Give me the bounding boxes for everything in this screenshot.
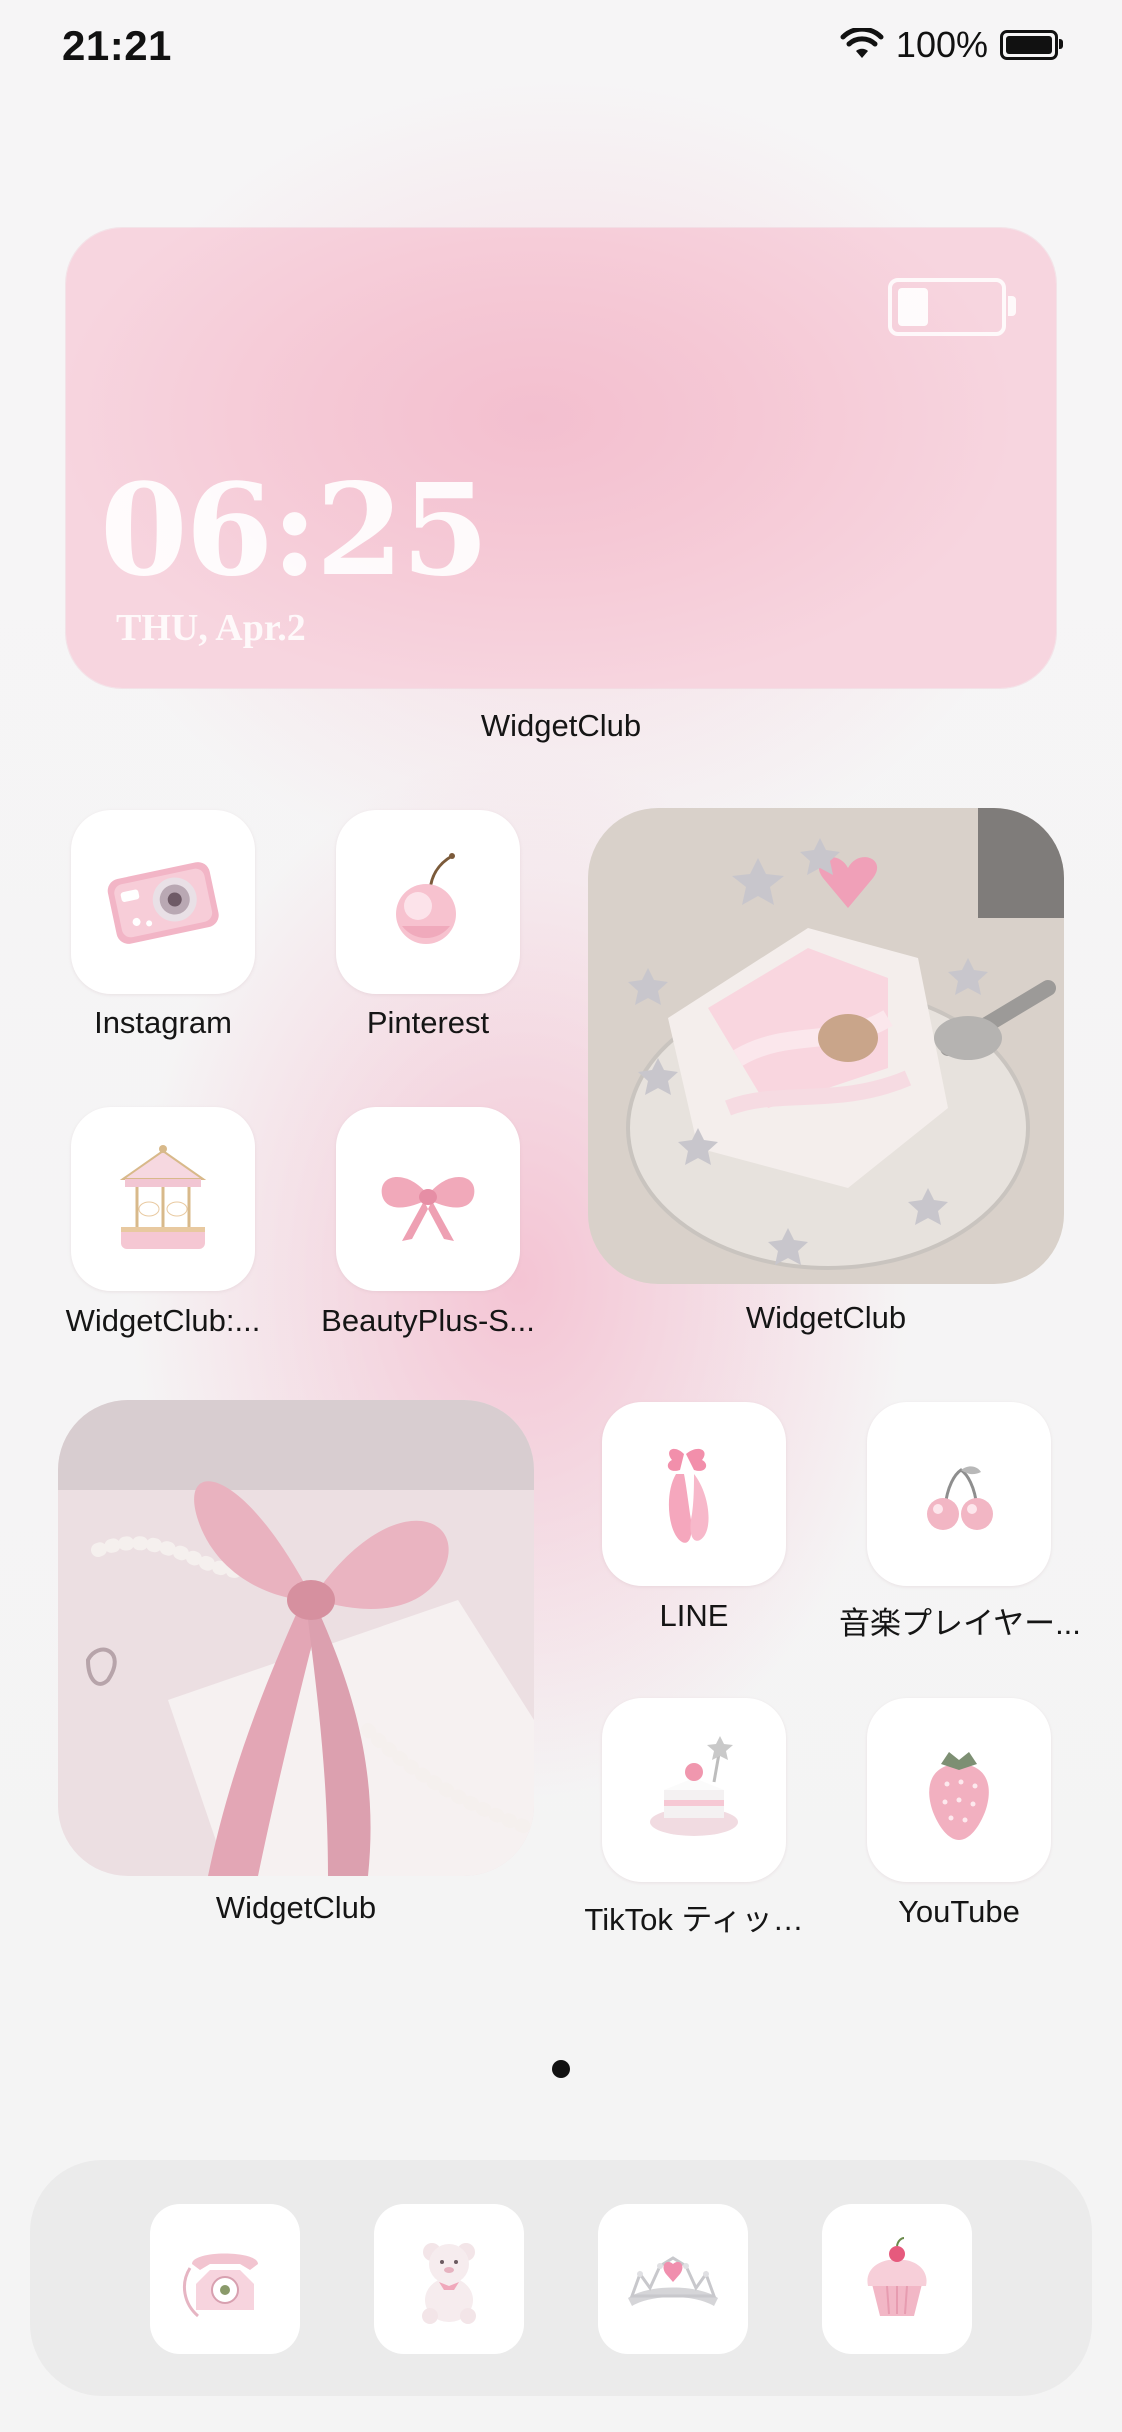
ribbon-photo-widget-label: WidgetClub	[215, 1890, 377, 1925]
app-label: YouTube	[898, 1894, 1020, 1929]
cake-photo-widget[interactable]	[588, 808, 1064, 1284]
teddy-bear-icon	[422, 2243, 476, 2324]
widget-battery-icon	[888, 278, 1016, 336]
app-pinterest[interactable]	[336, 810, 520, 994]
battery-percent: 100%	[895, 24, 988, 65]
cake-photo-widget-label: WidgetClub	[745, 1300, 907, 1335]
app-label: Instagram	[94, 1005, 232, 1040]
rotary-phone-icon	[182, 2253, 258, 2318]
battery-icon	[1000, 30, 1063, 60]
app-label: WidgetClub:...	[65, 1303, 261, 1338]
cherries-icon	[927, 1466, 993, 1530]
widget-date: THU, Apr.2	[116, 607, 306, 649]
tiara-icon	[628, 2256, 718, 2306]
dock	[30, 2160, 1092, 2396]
app-beautyplus[interactable]	[336, 1107, 520, 1291]
clock-widget-label: WidgetClub	[480, 708, 642, 743]
app-label: Pinterest	[366, 1005, 490, 1040]
ballet-shoes-icon	[667, 1448, 709, 1543]
status-right: 100%	[840, 24, 1063, 66]
cake-slice-icon	[650, 1736, 738, 1836]
app-instagram[interactable]	[71, 810, 255, 994]
status-time: 21:21	[62, 22, 172, 69]
widget-time: 06:25	[100, 456, 489, 604]
carousel-music-box-icon	[119, 1145, 207, 1249]
app-widgetclub[interactable]	[71, 1107, 255, 1291]
ribbon-photo-widget[interactable]	[58, 1400, 534, 1876]
cupcake-icon	[867, 2237, 927, 2316]
app-line[interactable]	[602, 1402, 786, 1586]
app-music-player[interactable]	[867, 1402, 1051, 1586]
app-youtube[interactable]	[867, 1698, 1051, 1882]
app-label: 音楽プレイヤー...	[839, 1606, 1079, 1641]
app-label: TikTok ティッ…	[584, 1902, 804, 1937]
ribbon-pearls-photo	[58, 1400, 534, 1876]
pink-camera-icon	[107, 862, 219, 944]
app-tiktok[interactable]	[602, 1698, 786, 1882]
dock-app-phone[interactable]	[150, 2204, 300, 2354]
dock-app-cupcake[interactable]	[822, 2204, 972, 2354]
dock-app-bear[interactable]	[374, 2204, 524, 2354]
page-indicator-dot[interactable]	[552, 2060, 570, 2078]
app-label: LINE	[659, 1598, 729, 1633]
app-label: BeautyPlus-S...	[321, 1303, 535, 1338]
cake-photo	[588, 808, 1064, 1284]
wifi-icon	[840, 28, 884, 58]
cherry-icon	[396, 853, 456, 944]
clock-widget[interactable]: 06:25 THU, Apr.2	[66, 228, 1056, 688]
pink-bow-icon	[381, 1176, 475, 1241]
strawberry-icon	[929, 1752, 989, 1840]
dock-app-tiara[interactable]	[598, 2204, 748, 2354]
